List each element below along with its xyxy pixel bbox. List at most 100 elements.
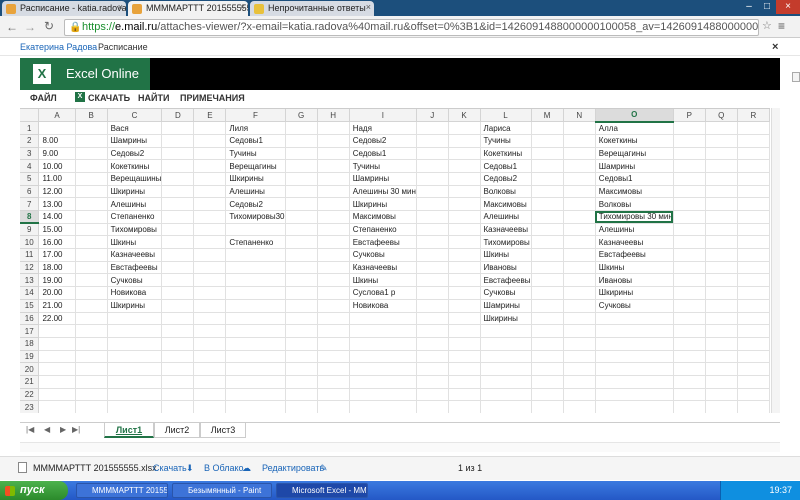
cell-q12[interactable] bbox=[705, 261, 738, 275]
cell-c10[interactable]: Шкины bbox=[107, 235, 163, 250]
cell-r14[interactable] bbox=[737, 286, 770, 300]
cell-q8[interactable] bbox=[705, 210, 738, 224]
cell-p7[interactable] bbox=[673, 197, 706, 211]
cell-o2[interactable]: Кокеткины bbox=[595, 134, 674, 148]
cell-k21[interactable] bbox=[448, 375, 481, 389]
cell-n11[interactable] bbox=[563, 248, 596, 262]
cell-o18[interactable] bbox=[595, 337, 674, 351]
column-header-g[interactable]: G bbox=[285, 109, 318, 123]
column-header-q[interactable]: Q bbox=[705, 109, 738, 123]
cell-r16[interactable] bbox=[737, 312, 770, 326]
cell-r15[interactable] bbox=[737, 299, 770, 313]
cell-p22[interactable] bbox=[673, 388, 706, 402]
cell-p14[interactable] bbox=[673, 286, 706, 300]
cell-l16[interactable]: Шкирины bbox=[480, 312, 532, 326]
cell-q10[interactable] bbox=[705, 235, 738, 250]
cell-q6[interactable] bbox=[705, 185, 738, 199]
edit-pencil-icon[interactable]: ✎ bbox=[320, 463, 328, 474]
cell-q2[interactable] bbox=[705, 134, 738, 148]
column-header-n[interactable]: N bbox=[563, 109, 596, 123]
row-header-6[interactable]: 6 bbox=[20, 185, 40, 199]
cell-b7[interactable] bbox=[75, 197, 108, 211]
cell-a4[interactable]: 10.00 bbox=[38, 159, 76, 173]
row-header-20[interactable]: 20 bbox=[20, 362, 40, 376]
cell-o12[interactable]: Шкины bbox=[595, 261, 674, 275]
cell-k15[interactable] bbox=[448, 299, 481, 313]
cell-b3[interactable] bbox=[75, 147, 108, 161]
cell-h22[interactable] bbox=[317, 388, 350, 402]
cell-d2[interactable] bbox=[161, 134, 195, 148]
cell-c11[interactable]: Казначеевы bbox=[107, 248, 163, 262]
cell-c19[interactable] bbox=[107, 350, 163, 364]
cell-i10[interactable]: Евстафеевы bbox=[349, 235, 417, 250]
cell-r20[interactable] bbox=[737, 362, 770, 376]
cell-c8[interactable]: Степаненко bbox=[107, 210, 163, 224]
cell-a17[interactable] bbox=[38, 324, 76, 338]
cell-h10[interactable] bbox=[317, 235, 350, 250]
cell-e6[interactable] bbox=[193, 185, 227, 199]
cell-g12[interactable] bbox=[285, 261, 318, 275]
cell-o7[interactable]: Волковы bbox=[595, 197, 674, 211]
cell-k2[interactable] bbox=[448, 134, 481, 148]
cell-e17[interactable] bbox=[193, 324, 227, 338]
maximize-icon[interactable]: □ bbox=[758, 0, 776, 14]
cell-o20[interactable] bbox=[595, 362, 674, 376]
cell-f9[interactable] bbox=[225, 223, 286, 237]
cell-k17[interactable] bbox=[448, 324, 481, 338]
cell-m15[interactable] bbox=[531, 299, 564, 313]
cell-g22[interactable] bbox=[285, 388, 318, 402]
cell-l12[interactable]: Ивановы bbox=[480, 261, 532, 275]
cell-a23[interactable] bbox=[38, 400, 76, 413]
cell-e13[interactable] bbox=[193, 273, 227, 288]
cell-a8[interactable]: 14.00 bbox=[38, 210, 76, 224]
cell-j20[interactable] bbox=[416, 362, 449, 376]
cell-f10[interactable]: Степаненко bbox=[225, 235, 286, 250]
sheet-tab-1[interactable]: Лист1 bbox=[104, 423, 154, 438]
close-tab-icon[interactable]: × bbox=[240, 2, 245, 12]
cell-a9[interactable]: 15.00 bbox=[38, 223, 76, 237]
cell-e4[interactable] bbox=[193, 159, 227, 173]
cell-f11[interactable] bbox=[225, 248, 286, 262]
close-tab-icon[interactable]: × bbox=[118, 2, 123, 12]
menu-find[interactable]: НАЙТИ bbox=[138, 93, 169, 103]
cell-c7[interactable]: Алешины bbox=[107, 197, 163, 211]
cell-p1[interactable] bbox=[673, 121, 706, 135]
cell-e10[interactable] bbox=[193, 235, 227, 250]
cell-c6[interactable]: Шкирины bbox=[107, 185, 163, 199]
cell-o15[interactable]: Сучковы bbox=[595, 299, 674, 313]
row-header-19[interactable]: 19 bbox=[20, 350, 40, 364]
next-sheet-icon[interactable]: ▶ bbox=[60, 425, 66, 434]
cell-h11[interactable] bbox=[317, 248, 350, 262]
cell-l10[interactable]: Тихомировы bbox=[480, 235, 532, 250]
cell-p21[interactable] bbox=[673, 375, 706, 389]
cloud-icon[interactable]: ☁ bbox=[242, 463, 251, 474]
menu-icon[interactable]: ≡ bbox=[778, 19, 785, 33]
cell-l23[interactable] bbox=[480, 400, 532, 413]
cell-k22[interactable] bbox=[448, 388, 481, 402]
cell-c17[interactable] bbox=[107, 324, 163, 338]
cell-n16[interactable] bbox=[563, 312, 596, 326]
cell-p5[interactable] bbox=[673, 172, 706, 186]
cell-m4[interactable] bbox=[531, 159, 564, 173]
cell-a16[interactable]: 22.00 bbox=[38, 312, 76, 326]
cell-j12[interactable] bbox=[416, 261, 449, 275]
cell-d6[interactable] bbox=[161, 185, 195, 199]
cell-e9[interactable] bbox=[193, 223, 227, 237]
cell-r23[interactable] bbox=[737, 400, 770, 413]
cell-k7[interactable] bbox=[448, 197, 481, 211]
cell-r13[interactable] bbox=[737, 273, 770, 288]
cell-r7[interactable] bbox=[737, 197, 770, 211]
cell-a12[interactable]: 18.00 bbox=[38, 261, 76, 275]
scroll-up-button[interactable] bbox=[792, 72, 800, 82]
cell-o17[interactable] bbox=[595, 324, 674, 338]
cell-j14[interactable] bbox=[416, 286, 449, 300]
cell-p16[interactable] bbox=[673, 312, 706, 326]
cell-p18[interactable] bbox=[673, 337, 706, 351]
cell-e15[interactable] bbox=[193, 299, 227, 313]
cell-d22[interactable] bbox=[161, 388, 195, 402]
cell-c23[interactable] bbox=[107, 400, 163, 413]
cell-o9[interactable]: Алешины bbox=[595, 223, 674, 237]
cell-h9[interactable] bbox=[317, 223, 350, 237]
cell-k16[interactable] bbox=[448, 312, 481, 326]
cell-e16[interactable] bbox=[193, 312, 227, 326]
